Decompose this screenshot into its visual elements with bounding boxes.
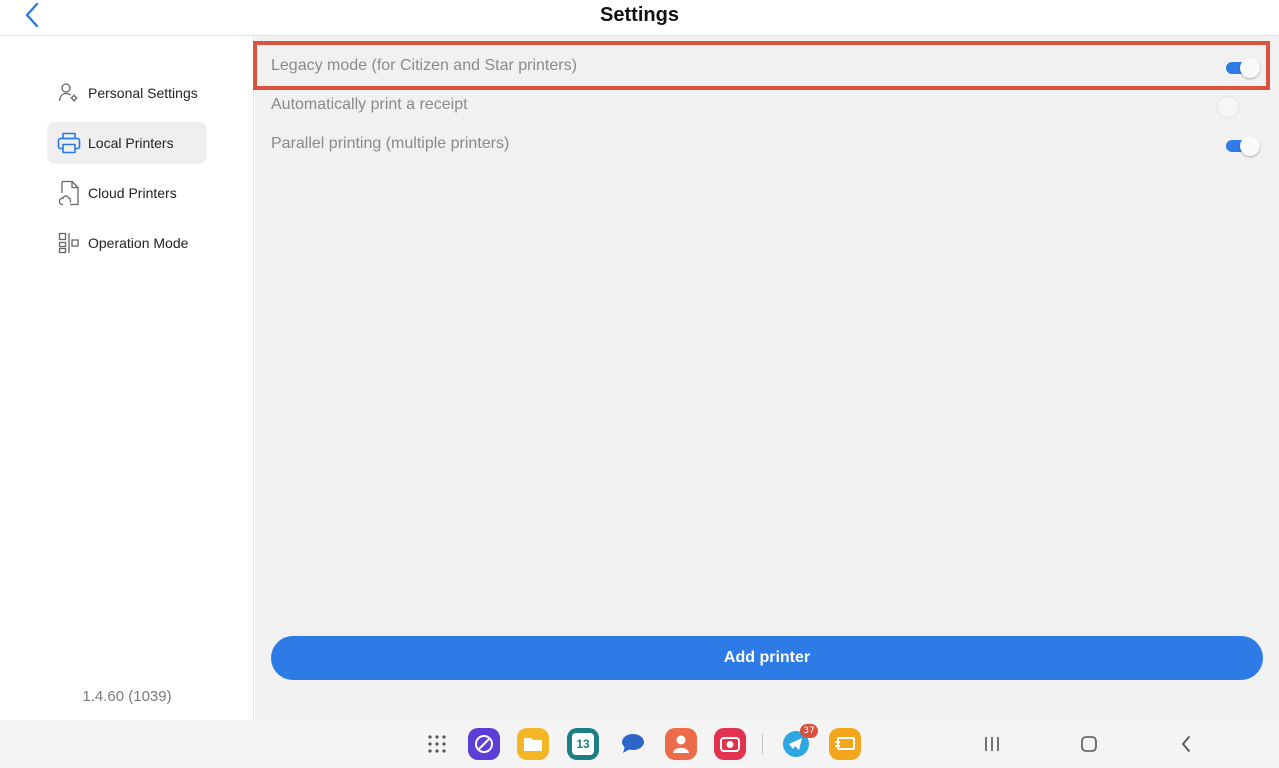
sidebar-item-personal-settings[interactable]: Personal Settings (47, 72, 207, 114)
setting-label: Automatically print a receipt (271, 96, 468, 113)
files-icon[interactable] (517, 728, 549, 760)
taskbar-divider (762, 734, 763, 754)
camera-icon[interactable] (714, 728, 746, 760)
auto-print-toggle[interactable] (1218, 96, 1260, 117)
setting-row-parallel-printing[interactable]: Parallel printing (multiple printers) (255, 125, 1279, 163)
top-app-bar: Settings (0, 0, 1279, 36)
sidebar-item-label: Operation Mode (88, 235, 189, 251)
sidebar-item-operation-mode[interactable]: Operation Mode (47, 222, 207, 264)
recents-icon[interactable] (978, 730, 1006, 758)
settings-content: Legacy mode (for Citizen and Star printe… (255, 36, 1279, 720)
setting-label: Parallel printing (multiple printers) (271, 135, 510, 152)
notification-badge: 37 (800, 724, 818, 738)
legacy-mode-toggle[interactable] (1224, 57, 1260, 78)
sidebar-item-local-printers[interactable]: Local Printers (47, 122, 207, 164)
toggle-thumb (1218, 97, 1238, 117)
messages-icon[interactable] (616, 728, 648, 760)
app-version: 1.4.60 (1039) (82, 688, 172, 705)
layout-toggle-icon (57, 231, 81, 255)
page-title: Settings (600, 4, 679, 26)
user-settings-icon (57, 81, 81, 105)
setting-label: Legacy mode (for Citizen and Star printe… (271, 57, 577, 74)
home-icon[interactable] (1075, 730, 1103, 758)
sidebar-item-cloud-printers[interactable]: Cloud Printers (47, 172, 207, 214)
system-taskbar: 13 37 (0, 720, 1279, 768)
sidebar-item-label: Cloud Printers (88, 185, 177, 201)
setting-row-auto-print-receipt[interactable]: Automatically print a receipt (255, 86, 1279, 124)
calendar-icon[interactable]: 13 (567, 728, 599, 760)
cloud-document-icon (57, 180, 81, 206)
parallel-printing-toggle[interactable] (1224, 135, 1260, 156)
setting-row-legacy-mode[interactable]: Legacy mode (for Citizen and Star printe… (255, 47, 1279, 85)
printer-icon (57, 131, 81, 155)
back-icon[interactable] (1172, 730, 1200, 758)
sidebar-item-label: Local Printers (88, 135, 174, 151)
pos-app-icon[interactable] (829, 728, 861, 760)
internet-browser-icon[interactable] (468, 728, 500, 760)
toggle-thumb (1240, 136, 1260, 156)
contacts-icon[interactable] (665, 728, 697, 760)
app-drawer-icon[interactable] (421, 728, 453, 760)
toggle-thumb (1240, 58, 1260, 78)
settings-sidebar: Personal Settings Local Printers Cloud P… (0, 36, 254, 720)
sidebar-item-label: Personal Settings (88, 85, 198, 101)
add-printer-button[interactable]: Add printer (271, 636, 1263, 680)
calendar-date: 13 (572, 733, 594, 755)
